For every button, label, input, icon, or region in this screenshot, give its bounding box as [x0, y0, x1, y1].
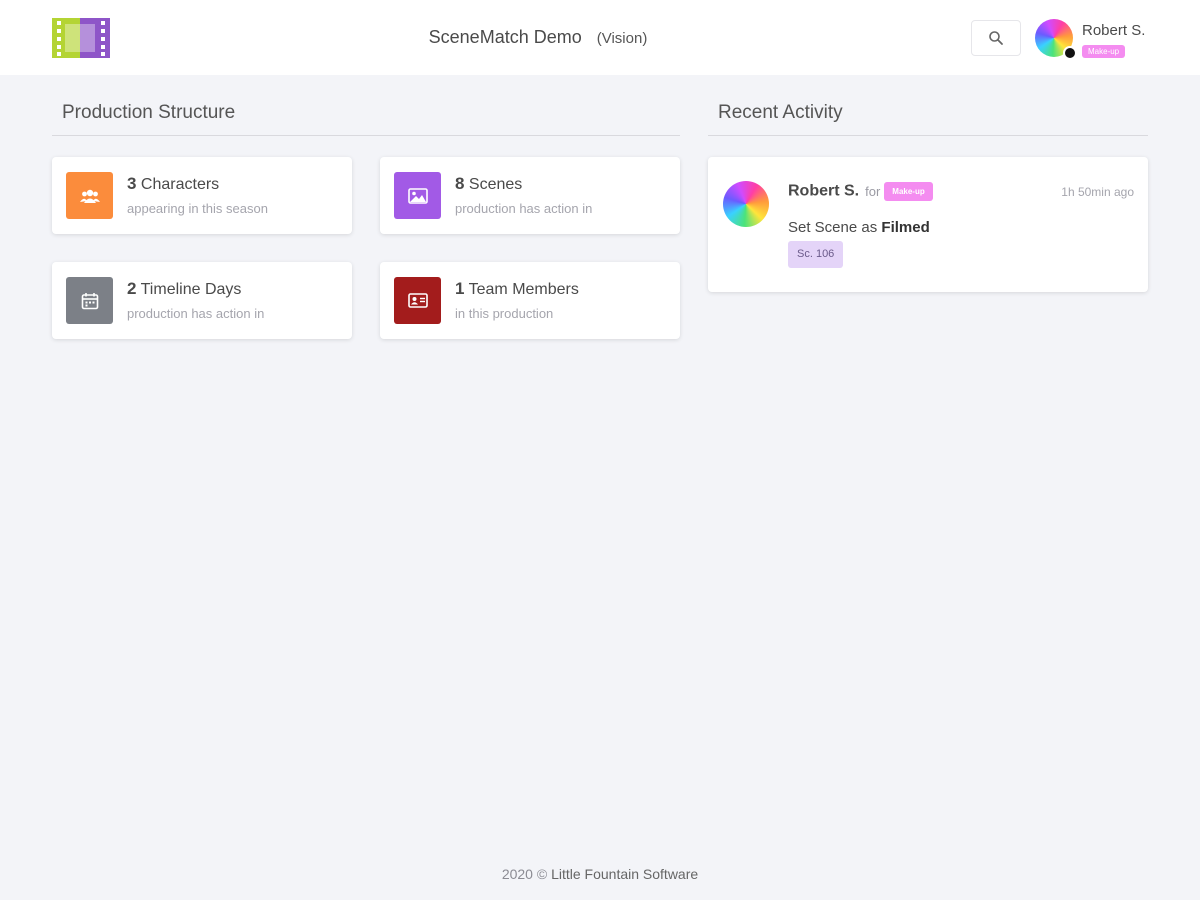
search-button[interactable] — [971, 20, 1021, 56]
activity-header: Robert S. for Make-up — [788, 182, 933, 201]
app-title: SceneMatch Demo (Vision) — [0, 27, 1076, 48]
timeline-days-stat: 2 Timeline Days — [127, 279, 241, 299]
team-members-subtext: in this production — [455, 306, 554, 321]
activity-text-prefix: Set Scene as — [788, 219, 878, 236]
users-icon — [66, 172, 113, 219]
timeline-days-card[interactable]: 2 Timeline Days production has action in — [52, 262, 352, 339]
team-members-stat: 1 Team Members — [455, 279, 579, 299]
activity-user-name[interactable]: Robert S. — [788, 183, 859, 200]
calendar-icon — [66, 277, 113, 324]
activity-time: 1h 50min ago — [1061, 185, 1134, 199]
team-members-label: Team Members — [468, 281, 579, 298]
app-subtitle: (Vision) — [596, 30, 648, 47]
scenes-stat: 8 Scenes — [455, 174, 522, 194]
status-dot — [1063, 46, 1077, 60]
recent-activity-title: Recent Activity — [708, 102, 1148, 136]
user-role-badge: Make-up — [1082, 45, 1126, 58]
footer: 2020 © Little Fountain Software — [0, 866, 1200, 882]
app-title-text: SceneMatch Demo — [428, 27, 582, 47]
search-icon — [989, 31, 1003, 45]
timeline-days-label: Timeline Days — [140, 281, 242, 298]
scene-tag[interactable]: Sc. 106 — [788, 241, 844, 268]
characters-count: 3 — [127, 174, 137, 193]
characters-subtext: appearing in this season — [127, 201, 268, 216]
team-members-count: 1 — [455, 279, 465, 298]
activity-text: Set Scene as Filmed — [788, 219, 930, 236]
user-name[interactable]: Robert S. — [1082, 22, 1145, 39]
footer-copyright: 2020 © — [501, 866, 548, 882]
scenes-card[interactable]: 8 Scenes production has action in — [380, 157, 680, 234]
characters-card[interactable]: 3 Characters appearing in this season — [52, 157, 352, 234]
activity-item[interactable]: Robert S. for Make-up 1h 50min ago Set Sce… — [708, 157, 1148, 292]
scenes-label: Scenes — [468, 176, 523, 193]
activity-avatar[interactable] — [723, 181, 769, 227]
activity-for-text: for — [865, 183, 881, 199]
characters-label: Characters — [140, 176, 220, 193]
scenes-subtext: production has action in — [455, 201, 593, 216]
timeline-days-subtext: production has action in — [127, 306, 265, 321]
activity-role-badge: Make-up — [884, 182, 933, 201]
id-card-icon — [394, 277, 441, 324]
scenes-count: 8 — [455, 174, 465, 193]
activity-status: Filmed — [881, 219, 930, 236]
production-structure-title: Production Structure — [52, 102, 680, 136]
footer-company[interactable]: Little Fountain Software — [551, 866, 698, 882]
timeline-days-count: 2 — [127, 279, 137, 298]
user-role: Make-up — [1082, 41, 1126, 59]
characters-stat: 3 Characters — [127, 174, 219, 194]
team-members-card[interactable]: 1 Team Members in this production — [380, 262, 680, 339]
image-icon — [394, 172, 441, 219]
top-bar: SceneMatch Demo (Vision) Robert S. Make-… — [0, 0, 1200, 75]
